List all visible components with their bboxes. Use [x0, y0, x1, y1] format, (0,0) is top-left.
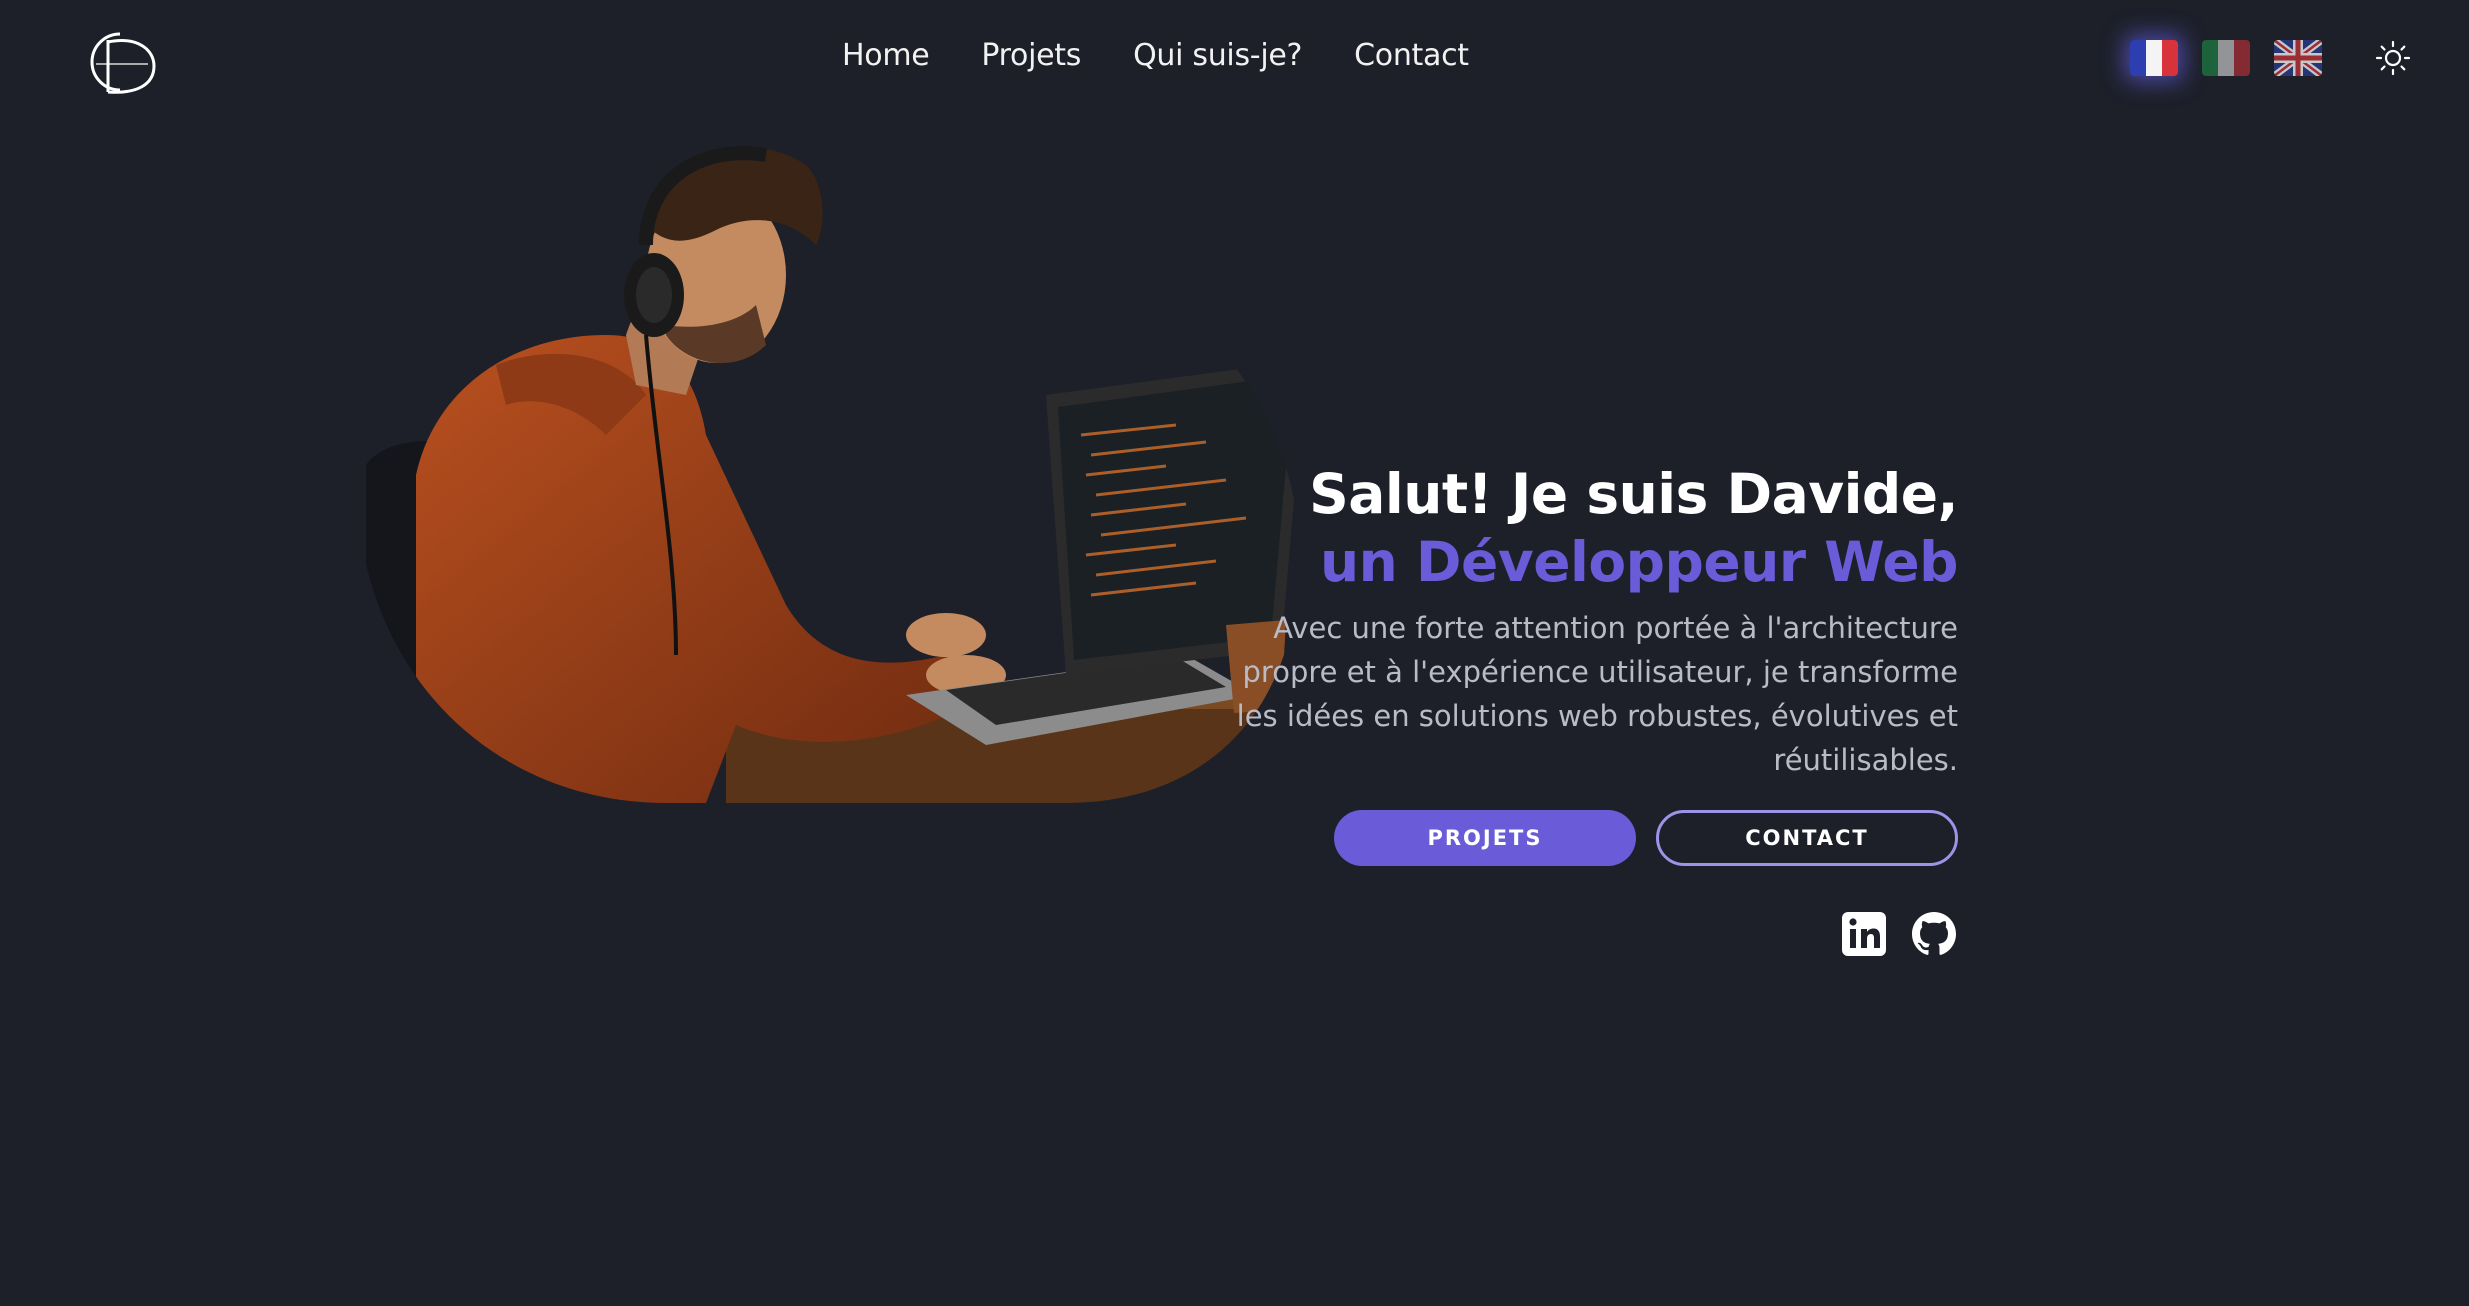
nav-contact-link[interactable]: Contact — [1354, 38, 1469, 73]
hero-text: Salut! Je suis Davide, un Développeur We… — [1198, 460, 1959, 782]
nav-home-link[interactable]: Home — [842, 38, 930, 73]
hero-description: Avec une forte attention portée à l'arch… — [1236, 611, 1958, 777]
sun-icon[interactable] — [2375, 40, 2411, 76]
hero-illustration — [356, 140, 1300, 803]
flag-it-icon[interactable] — [2202, 40, 2250, 76]
linkedin-icon[interactable] — [1840, 910, 1888, 958]
nav-qui-suis-je-link[interactable]: Qui suis-je? — [1133, 38, 1302, 73]
hero-title: Salut! Je suis Davide, — [1309, 462, 1958, 526]
nav-projets-link[interactable]: Projets — [981, 38, 1081, 73]
contact-button[interactable]: CONTACT — [1656, 810, 1958, 866]
logo[interactable] — [74, 26, 158, 98]
social-links — [1840, 910, 1958, 958]
hero-subtitle: un Développeur Web — [1319, 530, 1959, 594]
main-nav: Home Projets Qui suis-je? Contact — [842, 38, 1469, 73]
flag-uk-icon[interactable] — [2274, 40, 2322, 76]
projets-button[interactable]: PROJETS — [1334, 810, 1636, 866]
hero-cta-row: PROJETS CONTACT — [1334, 810, 1958, 866]
language-switcher — [2130, 40, 2322, 76]
page: Home Projets Qui suis-je? Contact Salut!… — [0, 0, 2469, 1306]
flag-fr-icon[interactable] — [2130, 40, 2178, 76]
github-icon[interactable] — [1910, 910, 1958, 958]
